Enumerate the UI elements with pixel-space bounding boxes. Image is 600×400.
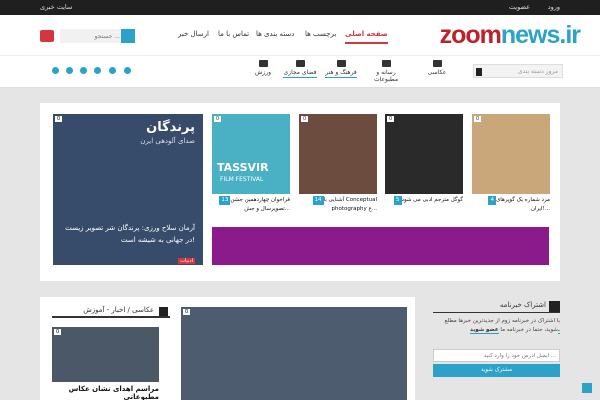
nav-home[interactable]: صفحه اصلی	[345, 30, 388, 44]
featured-card-image[interactable]: 0	[385, 114, 463, 194]
scroll-top-icon[interactable]	[582, 383, 592, 393]
featured-caption[interactable]: 5 گوگل مترجم ادبی می شود	[385, 196, 463, 205]
tassvir-logo: TASSVIR	[217, 161, 269, 174]
featured-card-image[interactable]: 0	[472, 114, 550, 194]
big-card-subtitle: صدای آلودهی ایرن	[140, 137, 195, 145]
subscribe-button[interactable]: مشترک شوید	[433, 364, 560, 377]
featured-caption[interactable]: 13 فراخوان چهاردهمین جشن تصویرسال و جش...	[212, 196, 290, 214]
megaphone-icon	[381, 60, 391, 67]
youtube-social-icon[interactable]	[124, 67, 131, 74]
video-icon	[336, 60, 346, 67]
cat-sports[interactable]: ورزش	[245, 60, 281, 76]
google-plus-icon[interactable]	[109, 67, 116, 74]
search-icon[interactable]	[121, 29, 135, 43]
news-thumbnail[interactable]: 0	[52, 327, 159, 382]
featured-caption[interactable]: 4 مرد شماره یک گوپرهای ایران!...	[472, 196, 550, 214]
featured-card-image[interactable]: 0	[299, 114, 377, 194]
youtube-icon[interactable]	[40, 30, 54, 42]
ie-icon	[295, 60, 305, 67]
cat-culture-art[interactable]: فرهنگ و هنر	[323, 60, 359, 78]
newsletter-heading: اشتراک خبرنامه	[433, 300, 560, 313]
camera-icon	[432, 60, 442, 67]
register-link[interactable]: عضویت	[509, 3, 530, 11]
cat-photography[interactable]: عکاسی	[419, 60, 455, 76]
top-bar: سایت خبری ورود عضویت	[0, 0, 600, 15]
nav-tags[interactable]: برچسب ها	[305, 30, 336, 38]
featured-card-image[interactable]: 0 TASSVIR FILM FESTIVAL	[212, 114, 290, 194]
facebook-icon[interactable]	[52, 67, 59, 74]
news-box: عکاسی / اخبار - آموزش 0 مراسم اهدای نشان…	[40, 297, 415, 400]
news-big-image[interactable]: 0	[181, 307, 407, 400]
news-box-heading[interactable]: عکاسی / اخبار - آموزش	[52, 305, 170, 318]
newsletter-widget: اشتراک خبرنامه با اشتراک در خبرنامه زوم …	[430, 297, 560, 400]
instagram-icon[interactable]	[80, 67, 87, 74]
tassvir-sub: FILM FESTIVAL	[220, 176, 264, 183]
nav-categories[interactable]: دسته بندی ها	[256, 30, 294, 38]
big-card-tag[interactable]: ادبیات	[178, 258, 195, 264]
featured-panel: 0 0 0 0 TASSVIR FILM FESTIVAL 4 مرد شماره…	[40, 103, 560, 281]
login-link[interactable]: ورود	[548, 3, 560, 11]
featured-big-card[interactable]: 0 پرندگان صدای آلودهی ایرن آرمان سلاح ور…	[53, 114, 203, 265]
big-card-title: پرندگان	[146, 120, 195, 135]
search-input[interactable]	[74, 30, 120, 42]
header: zoomnews.ir صفحه اصلی برچسب ها دسته بندی…	[0, 15, 600, 55]
category-select[interactable]: مرور دسته بندی	[473, 64, 563, 78]
category-bar: عکاسی رسانه و مطبوعات فرهنگ و هنر فضای م…	[0, 55, 600, 88]
site-logo[interactable]: zoomnews.ir	[440, 21, 581, 50]
cat-cyberspace[interactable]: فضای مجازی	[282, 60, 318, 78]
chevron-down-icon[interactable]	[159, 307, 168, 316]
big-card-text: آرمان سلاح ورزی: پرندگان شر تصویر زیست د…	[65, 224, 195, 244]
twitter-icon[interactable]	[66, 67, 73, 74]
sports-icon	[258, 60, 268, 67]
newsletter-text: با اشتراک در خبرنامه زوم از جدیدترین خبر…	[444, 318, 560, 334]
cat-media[interactable]: رسانه و مطبوعات	[368, 60, 404, 83]
nav-submit-news[interactable]: ارسال خبر	[178, 30, 209, 38]
chevron-down-icon	[476, 68, 482, 76]
email-field[interactable]	[433, 349, 560, 362]
chevron-down-icon[interactable]	[549, 301, 560, 312]
news-item-title[interactable]: مراسم اهدای نشان عکاس مطبوعاتی	[52, 385, 159, 400]
site-tagline: سایت خبری	[40, 3, 73, 11]
featured-caption[interactable]: 14 آشنایی با Conceptual photography ع...	[299, 196, 377, 214]
pinterest-icon[interactable]	[94, 67, 101, 74]
ad-banner[interactable]	[212, 227, 549, 265]
nav-contact[interactable]: تماس با ما	[218, 30, 249, 38]
